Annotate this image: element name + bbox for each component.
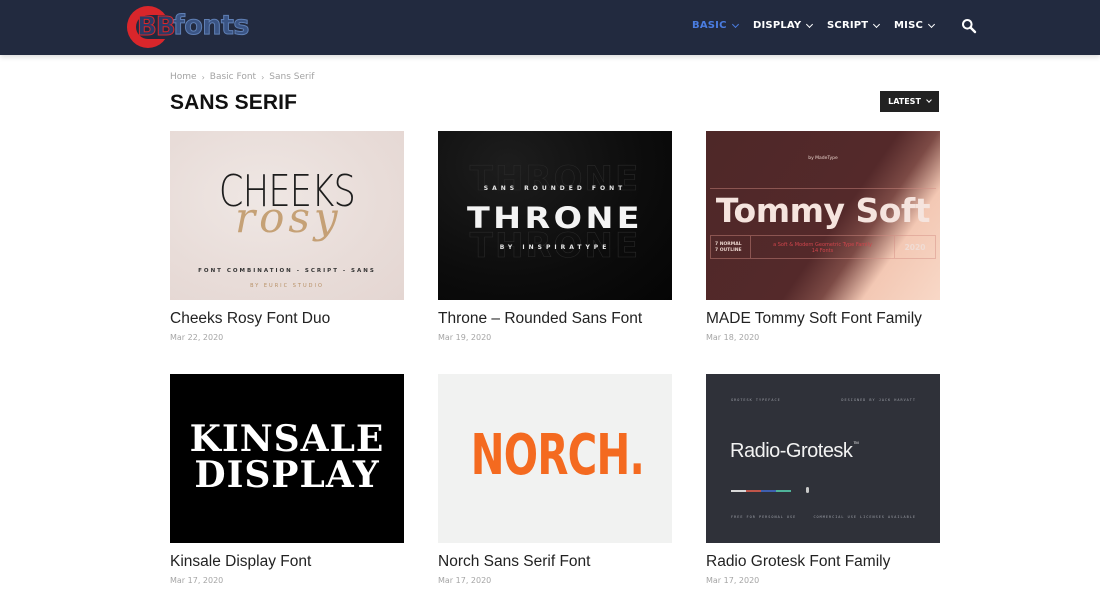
nav-item-label: SCRIPT: [827, 20, 869, 31]
post-card[interactable]: NORCH. Norch Sans Serif Font Mar 17, 202…: [438, 374, 672, 585]
chevron-down-icon: [806, 20, 814, 28]
thumb-script-text: rosy: [235, 193, 342, 242]
chevron-down-icon: [731, 20, 739, 28]
post-thumbnail[interactable]: by MadeType Tommy Soft 7 NORMAL 7 OUTLIN…: [706, 131, 940, 300]
nav-item-label: DISPLAY: [753, 20, 802, 31]
nav-item-label: MISC: [894, 20, 924, 31]
post-title[interactable]: MADE Tommy Soft Font Family: [706, 310, 940, 328]
thumb-info-description: a Soft & Modern Geometric Type Family 14…: [751, 236, 895, 258]
nav-item-label: BASIC: [692, 20, 727, 31]
post-thumbnail[interactable]: CHEEKS rosy FONT COMBINATION - SCRIPT - …: [170, 131, 404, 300]
breadcrumb-separator: ›: [261, 72, 265, 82]
post-card[interactable]: THRONE THRONE SANS ROUNDED FONT THRONE B…: [438, 131, 672, 342]
post-date: Mar 17, 2020: [438, 576, 492, 585]
thumb-subtitle: SANS ROUNDED FONT: [483, 185, 627, 192]
breadcrumb-current: Sans Serif: [269, 72, 315, 82]
post-title[interactable]: Kinsale Display Font: [170, 553, 404, 571]
breadcrumb: Home › Basic Font › Sans Serif: [170, 72, 314, 82]
thumb-info-row: 7 NORMAL 7 OUTLINE a Soft & Modern Geome…: [710, 235, 936, 259]
nav-item-misc[interactable]: MISC: [894, 20, 936, 31]
thumb-corner-text: DESIGNED BY JACK HARVATT: [841, 398, 916, 402]
thumb-headline-line: KINSALE: [189, 418, 385, 460]
post-date: Mar 22, 2020: [170, 333, 224, 342]
thumb-subtitle: FONT COMBINATION - SCRIPT - SANS: [198, 268, 376, 274]
thumb-headline: THRONE: [466, 201, 644, 235]
breadcrumb-basic-font[interactable]: Basic Font: [210, 72, 256, 82]
trademark-mark: TM: [853, 440, 859, 445]
chevron-down-icon: [927, 20, 936, 28]
post-title[interactable]: Radio Grotesk Font Family: [706, 553, 940, 571]
thumb-corner-text: FREE FOR PERSONAL USE: [731, 515, 797, 519]
thumb-info-text: 7 OUTLINE: [715, 248, 742, 253]
post-thumbnail[interactable]: NORCH.: [438, 374, 672, 543]
thumb-info-year: 2020: [904, 243, 926, 252]
thumb-corner-text: COMMERCIAL USE LICENSES AVAILABLE: [813, 515, 916, 519]
thumb-ghost-text: THRONE: [469, 159, 641, 200]
post-card[interactable]: CHEEKS rosy FONT COMBINATION - SCRIPT - …: [170, 131, 404, 342]
post-date: Mar 18, 2020: [706, 333, 760, 342]
post-title[interactable]: Norch Sans Serif Font: [438, 553, 672, 571]
logo-text-fonts: fonts: [173, 10, 251, 42]
post-thumbnail[interactable]: KINSALE DISPLAY: [170, 374, 404, 543]
thumb-frame-line: [710, 188, 936, 189]
site-logo[interactable]: BB fonts: [127, 5, 267, 49]
post-thumbnail[interactable]: THRONE THRONE SANS ROUNDED FONT THRONE B…: [438, 131, 672, 300]
microphone-icon: [806, 487, 809, 493]
color-bar: [776, 490, 791, 492]
thumb-byline: BY INSPIRATYPE: [499, 244, 611, 251]
thumb-headline: Tommy Soft: [715, 191, 931, 230]
thumb-byline: by MadeType: [808, 156, 838, 161]
post-date: Mar 17, 2020: [706, 576, 760, 585]
post-title[interactable]: Throne – Rounded Sans Font: [438, 310, 672, 328]
nav-item-display[interactable]: DISPLAY: [753, 20, 814, 31]
thumb-color-bars: [731, 490, 791, 492]
post-card[interactable]: KINSALE DISPLAY Kinsale Display Font Mar…: [170, 374, 404, 585]
breadcrumb-home[interactable]: Home: [170, 72, 197, 82]
color-bar: [761, 490, 776, 492]
site-header: BB fonts BASIC DISPLAY SCRIPT MISC: [0, 0, 1100, 55]
thumb-corner-text: GROTESK TYPEFACE: [731, 398, 781, 402]
sort-label: LATEST: [888, 97, 921, 106]
post-date: Mar 19, 2020: [438, 333, 492, 342]
chevron-down-icon: [926, 97, 932, 103]
sort-dropdown[interactable]: LATEST: [880, 91, 939, 112]
thumb-headline: KINSALE DISPLAY: [170, 421, 404, 493]
thumb-headline: NORCH.: [470, 423, 645, 488]
nav-item-script[interactable]: SCRIPT: [827, 20, 881, 31]
logo-text-bb: BB: [137, 12, 177, 43]
post-title[interactable]: Cheeks Rosy Font Duo: [170, 310, 404, 328]
color-bar: [746, 490, 761, 492]
breadcrumb-separator: ›: [201, 72, 205, 82]
thumb-info-styles: 7 NORMAL 7 OUTLINE: [711, 236, 751, 258]
chevron-down-icon: [873, 20, 881, 28]
thumb-headline-line: DISPLAY: [194, 454, 380, 496]
thumb-headline-text: Radio-Grotesk: [730, 440, 853, 462]
thumb-headline: Radio-GroteskTM: [730, 440, 859, 463]
nav-item-basic[interactable]: BASIC: [692, 20, 739, 31]
post-thumbnail[interactable]: GROTESK TYPEFACE DESIGNED BY JACK HARVAT…: [706, 374, 940, 543]
post-date: Mar 17, 2020: [170, 576, 224, 585]
search-icon[interactable]: [961, 18, 977, 34]
thumb-byline: BY EURIC STUDIO: [250, 283, 324, 289]
color-bar: [731, 490, 746, 492]
post-card[interactable]: by MadeType Tommy Soft 7 NORMAL 7 OUTLIN…: [706, 131, 940, 342]
thumb-info-text: 14 Fonts: [811, 248, 834, 254]
page-title: SANS SERIF: [170, 91, 298, 114]
post-card[interactable]: GROTESK TYPEFACE DESIGNED BY JACK HARVAT…: [706, 374, 940, 585]
